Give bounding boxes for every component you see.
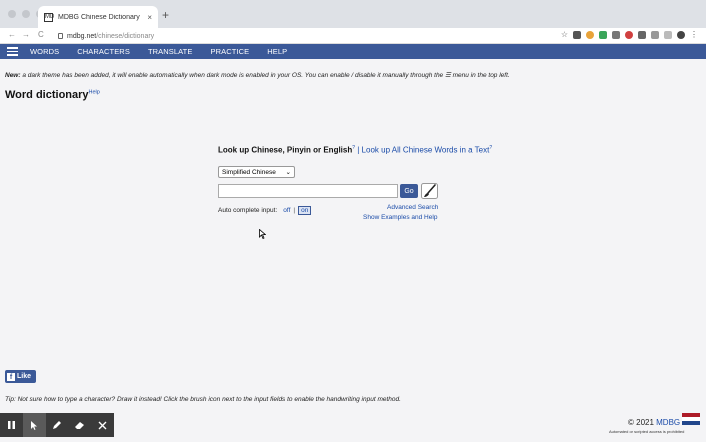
- more-menu-icon[interactable]: ⋮: [690, 31, 698, 39]
- nav-item-words[interactable]: WORDS: [30, 47, 59, 56]
- page-title-text: Word dictionary: [5, 89, 89, 101]
- browser-toolbar: ← → C mdbg.net/chinese/dictionary ☆ ⋮: [0, 28, 706, 44]
- address-bar[interactable]: mdbg.net/chinese/dictionary: [58, 30, 528, 42]
- extension-icon[interactable]: [664, 31, 672, 39]
- extension-icon[interactable]: [599, 31, 607, 39]
- nav-item-help[interactable]: HELP: [267, 47, 287, 56]
- examples-help-link[interactable]: Show Examples and Help: [363, 214, 437, 221]
- extension-icon[interactable]: [625, 31, 633, 39]
- page-content: New: a dark theme has been added, it wil…: [0, 59, 706, 442]
- brush-icon[interactable]: [421, 183, 438, 199]
- advanced-search-link[interactable]: Advanced Search: [387, 204, 438, 211]
- lookup-panel: Look up Chinese, Pinyin or English? | Lo…: [218, 145, 492, 221]
- automated-access-note: Automated or scripted access is prohibit…: [609, 429, 685, 434]
- recorder-toolbar: [0, 413, 114, 437]
- script-select[interactable]: Simplified Chinese ⌄: [218, 166, 295, 178]
- tab-title: MDBG Chinese Dictionary: [58, 13, 140, 21]
- profile-avatar[interactable]: [677, 31, 685, 39]
- site-navigation: WORDS CHARACTERS TRANSLATE PRACTICE HELP: [0, 44, 706, 59]
- handwriting-tip: Tip: Not sure how to type a character? D…: [5, 396, 401, 403]
- url-host: mdbg.net: [67, 32, 97, 40]
- extensions-row: ☆ ⋮: [561, 31, 698, 39]
- notice-label: New:: [5, 72, 21, 79]
- autocomplete-label: Auto complete input:: [218, 207, 278, 214]
- puzzle-icon[interactable]: [638, 31, 646, 39]
- pointer-icon[interactable]: [22, 413, 46, 437]
- pen-icon[interactable]: [46, 413, 69, 437]
- autocomplete-off-option[interactable]: off: [283, 207, 290, 214]
- url-path: /chinese/dictionary: [96, 32, 155, 40]
- text-lookup-help-icon[interactable]: ?: [489, 145, 492, 151]
- lock-icon: [58, 33, 63, 39]
- notice-text: a dark theme has been added, it will ena…: [20, 72, 510, 79]
- autocomplete-on-option[interactable]: on: [298, 206, 312, 215]
- window-minimize-dot[interactable]: [22, 10, 30, 18]
- extension-icon[interactable]: [612, 31, 620, 39]
- window-close-dot[interactable]: [8, 10, 16, 18]
- lookup-text-link[interactable]: Look up All Chinese Words in a Text: [362, 146, 490, 155]
- back-arrow-icon[interactable]: ←: [8, 30, 16, 40]
- tab-close-icon[interactable]: ×: [147, 13, 152, 22]
- pause-icon[interactable]: [0, 413, 23, 437]
- reload-icon[interactable]: C: [38, 30, 44, 40]
- title-help-link[interactable]: Help: [89, 89, 100, 95]
- page-title: Word dictionaryHelp: [5, 89, 100, 101]
- extension-icon[interactable]: [651, 31, 659, 39]
- browser-tab[interactable]: MD MDBG Chinese Dictionary ×: [38, 6, 158, 28]
- dark-theme-notice: New: a dark theme has been added, it wil…: [5, 71, 510, 79]
- bookmark-star-icon[interactable]: ☆: [561, 31, 568, 39]
- new-tab-button[interactable]: +: [162, 9, 169, 21]
- mdbg-brand-link[interactable]: MDBG: [656, 418, 680, 427]
- script-select-value: Simplified Chinese: [222, 168, 276, 176]
- nav-item-practice[interactable]: PRACTICE: [210, 47, 249, 56]
- extension-icon[interactable]: [586, 31, 594, 39]
- chevron-down-icon: ⌄: [285, 169, 291, 176]
- copyright-text: © 2021: [628, 418, 657, 427]
- netherlands-flag-icon[interactable]: [682, 413, 700, 425]
- lookup-heading-text: Look up Chinese, Pinyin or English: [218, 145, 353, 155]
- go-button[interactable]: Go: [400, 184, 418, 198]
- footer-copyright: © 2021 MDBG: [628, 418, 680, 427]
- mouse-cursor-icon: [259, 226, 267, 244]
- facebook-like-button[interactable]: f Like: [5, 370, 36, 383]
- autocomplete-separator: |: [293, 207, 296, 214]
- nav-item-translate[interactable]: TRANSLATE: [148, 47, 193, 56]
- forward-arrow-icon[interactable]: →: [22, 30, 30, 40]
- close-icon[interactable]: [91, 413, 114, 437]
- eraser-icon[interactable]: [68, 413, 91, 437]
- browser-tab-strip: MD MDBG Chinese Dictionary × +: [0, 0, 706, 28]
- nav-item-characters[interactable]: CHARACTERS: [77, 47, 130, 56]
- search-input[interactable]: [218, 184, 398, 198]
- mdbg-favicon-icon: MD: [44, 12, 55, 22]
- extension-icon[interactable]: [573, 31, 581, 39]
- hamburger-menu-icon[interactable]: [7, 47, 18, 56]
- facebook-icon: f: [7, 372, 15, 381]
- autocomplete-toggle-row: Auto complete input: off | on: [218, 206, 312, 215]
- like-label: Like: [17, 373, 32, 380]
- lookup-heading: Look up Chinese, Pinyin or English? | Lo…: [218, 145, 492, 155]
